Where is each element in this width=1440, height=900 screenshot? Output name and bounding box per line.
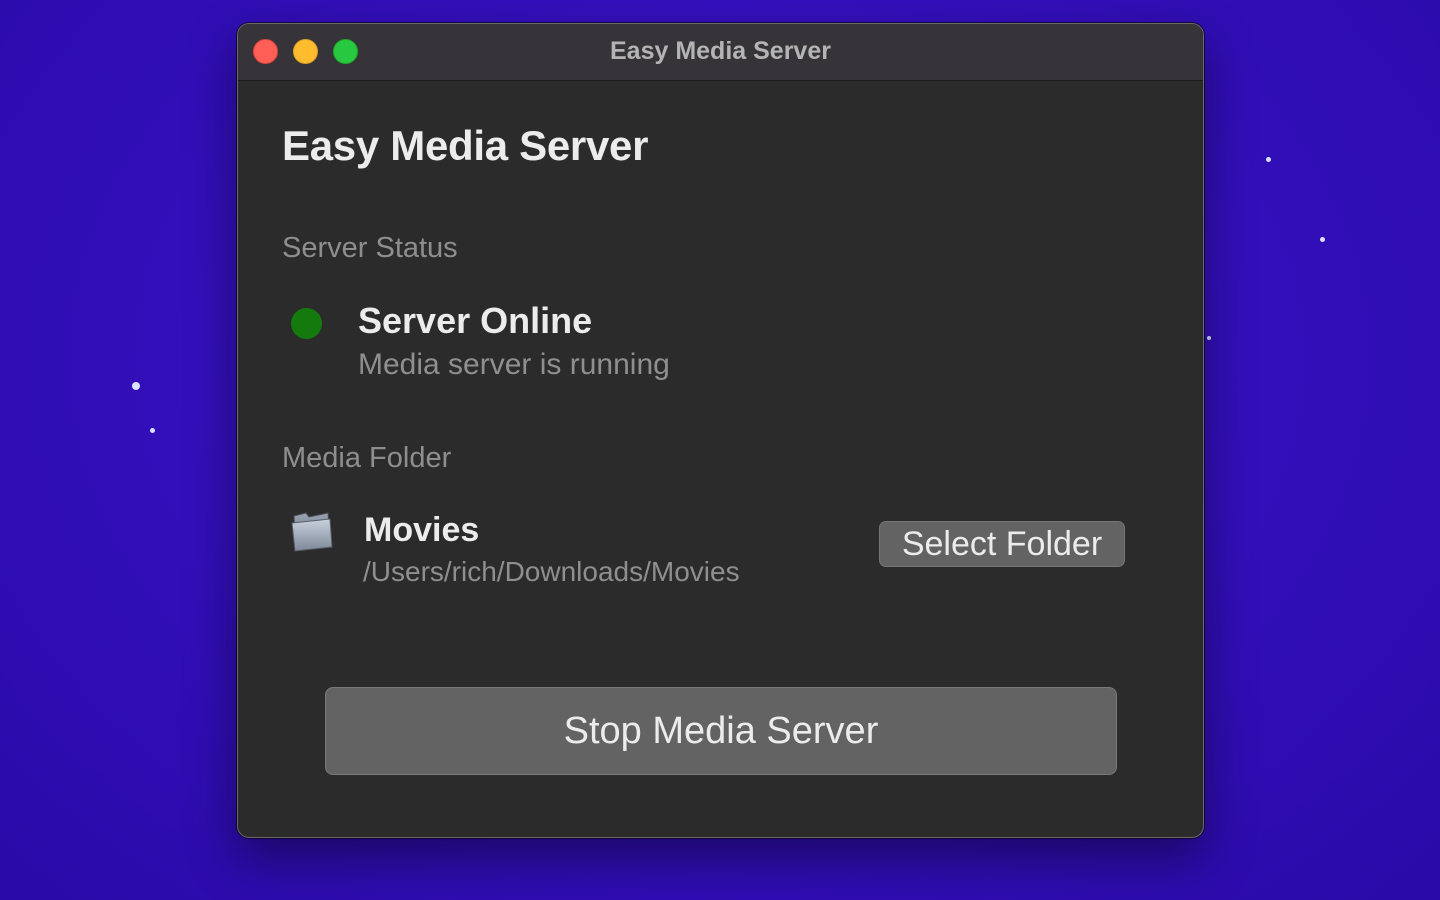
status-indicator-icon [291,308,322,339]
server-state: Server Online [358,300,593,341]
app-window: Easy Media Server Easy Media Server Serv… [237,23,1204,838]
star-decoration [1320,237,1325,242]
media-folder-heading: Media Folder [282,442,452,474]
server-state-description: Media server is running [358,348,670,381]
star-decoration [132,382,140,390]
stop-media-server-button[interactable]: Stop Media Server [325,687,1117,775]
folder-icon [290,510,334,552]
star-decoration [1266,157,1271,162]
window-title: Easy Media Server [610,37,831,65]
star-decoration [1207,336,1211,340]
media-folder-path: /Users/rich/Downloads/Movies [363,556,740,587]
select-folder-button[interactable]: Select Folder [879,521,1125,567]
window-titlebar[interactable]: Easy Media Server [238,24,1203,81]
star-decoration [150,428,155,433]
media-folder-name: Movies [364,511,480,549]
page-title: Easy Media Server [282,122,649,169]
server-status-heading: Server Status [282,232,458,264]
